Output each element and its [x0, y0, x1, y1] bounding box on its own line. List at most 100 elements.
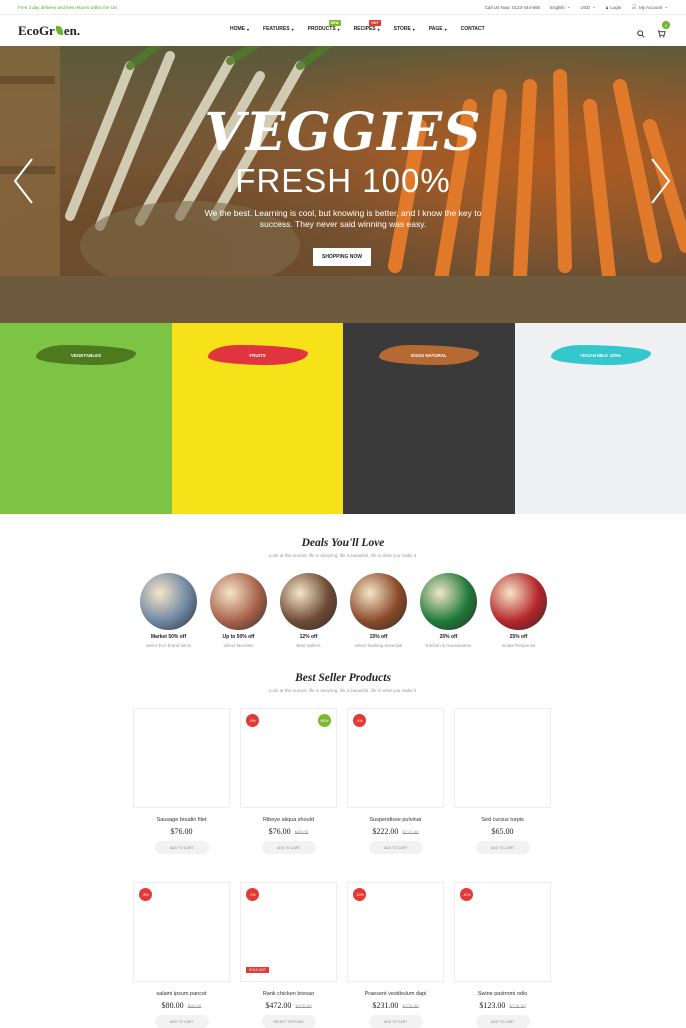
category-banner-vegan-milk-[interactable]: VEGAN MILK 100%: [515, 323, 686, 514]
nav-item-products[interactable]: PRODUCTS▾NEW: [308, 26, 340, 32]
category-banner-eggs-natural[interactable]: EGGS NATURAL: [343, 323, 515, 514]
nav-label: CONTACT: [461, 26, 485, 32]
product-price-row: $472.00$476.00: [240, 1001, 337, 1010]
hero-description: We the best. Learning is cool, but knowi…: [193, 208, 493, 230]
product-card[interactable]: -4%Suspendisse pulvinar$222.00$232.00ADD…: [347, 708, 444, 854]
deal-title: 20% off: [420, 634, 477, 640]
sale-badge: -5%: [246, 714, 259, 727]
nav-badge: HOT: [369, 20, 380, 26]
product-image[interactable]: [133, 708, 230, 808]
currency-label: USD: [581, 5, 591, 10]
deal-title: 15% off: [350, 634, 407, 640]
product-price-row: $76.00: [133, 827, 230, 836]
product-price-row: $231.00$256.00: [347, 1001, 444, 1010]
deal-title: Market 50% off: [140, 634, 197, 640]
product-image[interactable]: [454, 708, 551, 808]
product-card[interactable]: -5%NEWRibeye aliqua should$76.00$80.00AD…: [240, 708, 337, 854]
deal-image: [280, 573, 337, 630]
cart-icon: [657, 29, 666, 38]
currency-select[interactable]: USD⌄: [581, 4, 596, 10]
search-icon[interactable]: [637, 30, 645, 38]
product-name[interactable]: Sausage boudin filet: [133, 817, 230, 823]
chevron-down-icon: ▾: [445, 27, 447, 32]
product-card[interactable]: -8%salami ipsum pancet$80.00$86.00ADD TO…: [133, 882, 230, 1028]
product-price: $76.00: [269, 827, 291, 836]
product-image[interactable]: -5%NEW: [240, 708, 337, 808]
login-link[interactable]: 🔒︎Login: [606, 4, 621, 10]
cart-count-badge: 0: [662, 21, 670, 29]
product-price: $123.00: [479, 1001, 505, 1010]
nav-label: STORE: [394, 26, 411, 32]
language-select[interactable]: English⌄: [550, 4, 571, 10]
nav-item-features[interactable]: FEATURES▾: [263, 26, 294, 32]
product-card[interactable]: Sausage boudin filet $76.00 ADD TO CART: [133, 708, 230, 854]
nav-badge: NEW: [329, 20, 341, 26]
chevron-down-icon: ▾: [247, 27, 249, 32]
deal-item[interactable]: Market 50% offselect Eco brand items: [140, 573, 197, 648]
select-options-button[interactable]: SELECT OPTIONS: [262, 1015, 316, 1028]
user-icon: 👤︎: [631, 4, 637, 10]
lock-icon: 🔒︎: [606, 5, 608, 10]
add-to-cart-button[interactable]: ADD TO CART: [476, 841, 530, 854]
nav-item-store[interactable]: STORE▾: [394, 26, 415, 32]
next-slide-icon[interactable]: [650, 156, 672, 206]
product-image[interactable]: -4%: [347, 708, 444, 808]
product-image[interactable]: -1%SOLD OUT: [240, 882, 337, 982]
add-to-cart-button[interactable]: ADD TO CART: [155, 841, 209, 854]
deal-image: [490, 573, 547, 630]
deal-title: 25% off: [490, 634, 547, 640]
add-to-cart-button[interactable]: ADD TO CART: [262, 841, 316, 854]
product-name[interactable]: Rank chicken bresao: [240, 991, 337, 997]
product-old-price: $232.00: [402, 831, 418, 836]
product-name[interactable]: Swine pastromi odio: [454, 991, 551, 997]
nav-item-recipes[interactable]: RECIPES▾HOT: [354, 26, 380, 32]
nav-item-page[interactable]: PAGE▾: [429, 26, 447, 32]
logo[interactable]: EcoGren.: [18, 23, 218, 39]
category-banner-vegetables[interactable]: VEGETABLES: [0, 323, 172, 514]
prev-slide-icon[interactable]: [12, 156, 34, 206]
deal-item[interactable]: 25% offInnate Response: [490, 573, 547, 648]
nav-label: RECIPES: [354, 26, 376, 32]
add-to-cart-button[interactable]: ADD TO CART: [369, 1015, 423, 1028]
deal-title: 12% off: [280, 634, 337, 640]
deal-item[interactable]: Up to 50% offselect favorites: [210, 573, 267, 648]
add-to-cart-button[interactable]: ADD TO CART: [476, 1015, 530, 1028]
add-to-cart-button[interactable]: ADD TO CART: [369, 841, 423, 854]
deal-item[interactable]: 12% off Best Sellers: [280, 573, 337, 648]
product-name[interactable]: salami ipsum pancet: [133, 991, 230, 997]
product-name[interactable]: Praesent vestibulum dapi: [347, 991, 444, 997]
chevron-down-icon: ▾: [378, 27, 380, 32]
product-card[interactable]: Sed cursus turpis$65.00ADD TO CART: [454, 708, 551, 854]
deals-list: Market 50% offselect Eco brand itemsUp t…: [140, 573, 547, 648]
product-image[interactable]: -10%: [454, 882, 551, 982]
deal-item[interactable]: 20% offKitchen & Housewares: [420, 573, 477, 648]
top-bar: Free 3 day delivery and free returns wit…: [0, 0, 686, 15]
deals-title: Deals You'll Love: [0, 537, 686, 549]
product-image[interactable]: -10%: [347, 882, 444, 982]
category-label: EGGS NATURAL: [379, 345, 479, 365]
deal-subtitle: Best Sellers: [280, 643, 337, 648]
product-image[interactable]: -8%: [133, 882, 230, 982]
category-banners: VEGETABLESFRUITS EGGS NATURAL VEGAN MILK 1…: [0, 323, 686, 514]
nav-item-home[interactable]: HOME▾: [230, 26, 249, 32]
category-banner-fruits[interactable]: FRUITS: [172, 323, 344, 514]
cart-button[interactable]: 0: [657, 25, 666, 43]
product-name[interactable]: Sed cursus turpis: [454, 817, 551, 823]
main-nav: HOME▾ FEATURES▾ PRODUCTS▾NEW RECIPES▾HOT STO…: [230, 26, 485, 32]
product-grid: Sausage boudin filet $76.00 ADD TO CART -5%…: [133, 708, 551, 1028]
product-card[interactable]: -10%Swine pastromi odio$123.00$136.00ADD…: [454, 882, 551, 1028]
sold-out-badge: SOLD OUT: [246, 967, 269, 973]
product-old-price: $256.00: [402, 1005, 418, 1010]
nav-item-contact[interactable]: CONTACT: [461, 26, 485, 32]
account-menu[interactable]: 👤︎My Account⌄: [631, 4, 668, 10]
product-card[interactable]: -10% Praesent vestibulum dapi $231.00$256.…: [347, 882, 444, 1028]
product-name[interactable]: Suspendisse pulvinar: [347, 817, 444, 823]
add-to-cart-button[interactable]: ADD TO CART: [155, 1015, 209, 1028]
product-card[interactable]: -1%SOLD OUT Rank chicken bresao $472.00$47…: [240, 882, 337, 1028]
chevron-down-icon: ⌄: [592, 4, 596, 10]
product-name[interactable]: Ribeye aliqua should: [240, 817, 337, 823]
nav-label: PRODUCTS: [308, 26, 336, 32]
hero-subtitle: FRESH 100%: [0, 162, 686, 200]
shop-now-button[interactable]: SHOPPING NOW: [313, 248, 371, 266]
deal-item[interactable]: 15% offselect banking essential: [350, 573, 407, 648]
